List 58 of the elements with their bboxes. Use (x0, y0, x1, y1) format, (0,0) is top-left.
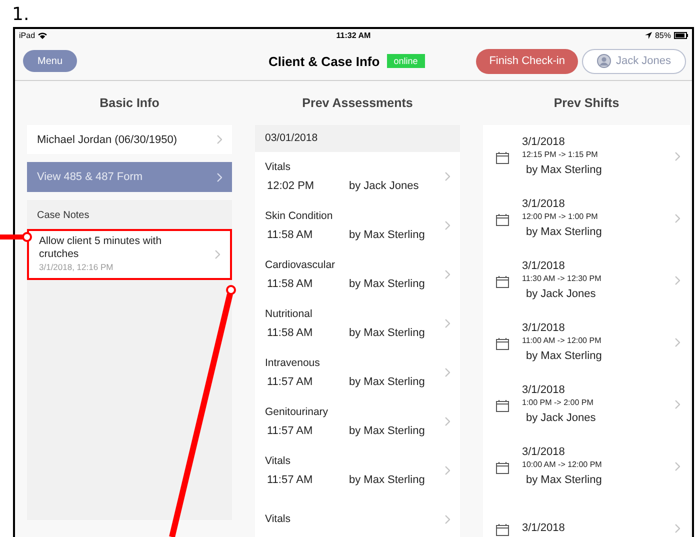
assessment-item[interactable]: Vitals (255, 495, 460, 537)
chevron-icon (675, 338, 680, 346)
shift-item[interactable]: 3/1/2018 12:15 PM -> 1:15 PM by Max Sterling (483, 125, 690, 187)
chevron-icon (445, 221, 450, 230)
shift-item[interactable]: 3/1/2018 10:00 AM -> 12:00 PM by Max Sterling (483, 435, 690, 497)
chevron-icon (445, 417, 450, 426)
finish-check-in-button[interactable]: Finish Check-in (476, 48, 578, 74)
assessment-item[interactable]: Cardiovascular 11:58 AM by Max Sterling (255, 250, 460, 299)
shift-item[interactable]: 3/1/2018 11:00 AM -> 12:00 PM by Max Sterling (483, 311, 690, 373)
device-name: iPad (19, 31, 36, 40)
case-note-item[interactable]: Allow client 5 minutes with crutches 3/1/2018, 12:16 PM (27, 229, 232, 280)
screen-title: Client & Case Info (268, 54, 380, 68)
calendar-icon (496, 462, 509, 474)
chevron-icon (217, 135, 222, 144)
chevron-icon (215, 250, 220, 259)
shift-item[interactable]: 3/1/2018 12:00 PM -> 1:00 PM by Max Sterling (483, 187, 690, 249)
chevron-icon (675, 400, 680, 408)
calendar-icon (496, 400, 509, 412)
chevron-icon (675, 276, 680, 284)
calendar-icon (496, 276, 509, 288)
calendar-icon (496, 524, 509, 536)
chevron-icon (675, 524, 680, 532)
shift-item[interactable]: 3/1/2018 (483, 497, 690, 537)
assessment-item[interactable]: Skin Condition 11:58 AM by Max Sterling (255, 201, 460, 250)
assessment-item[interactable]: Vitals 12:02 PM by Jack Jones (255, 152, 460, 201)
chevron-icon (445, 368, 450, 377)
calendar-icon (496, 214, 509, 226)
chevron-icon (217, 172, 222, 182)
column-heading: Basic Info (98, 95, 160, 112)
assessment-item[interactable]: Genitourinary 11:57 AM by Max Sterling (255, 397, 460, 446)
chevron-icon (675, 214, 680, 222)
client-row[interactable]: Michael Jordan (06/30/1950) (27, 125, 232, 154)
status-badge: online (386, 54, 425, 68)
shift-item[interactable]: 3/1/2018 1:00 PM -> 2:00 PM by Jack Jones (483, 373, 690, 435)
column-heading: Prev Shifts (552, 95, 620, 112)
chevron-icon (445, 270, 450, 279)
battery-percent: 85% (654, 31, 671, 40)
assessment-item[interactable]: Intravenous 11:57 AM by Max Sterling (255, 348, 460, 397)
figure-number: 1. (11, 3, 30, 27)
chevron-icon (675, 462, 680, 470)
chevron-icon (675, 152, 680, 160)
assessment-item[interactable]: Nutritional 11:58 AM by Max Sterling (255, 299, 460, 348)
wifi-icon (38, 32, 48, 39)
location-arrow-icon (644, 32, 652, 39)
chevron-icon (445, 466, 450, 475)
avatar-icon (596, 54, 611, 68)
clock-time: 11:32 AM (336, 31, 371, 40)
calendar-icon (496, 152, 509, 164)
battery-icon (674, 32, 688, 39)
assessment-item[interactable]: Vitals 11:57 AM by Max Sterling (255, 446, 460, 495)
chevron-icon (445, 319, 450, 328)
date-header: 03/01/2018 (255, 125, 460, 152)
chevron-icon (445, 172, 450, 181)
chevron-icon (445, 515, 450, 524)
column-heading: Prev Assessments (301, 95, 414, 112)
shift-item[interactable]: 3/1/2018 11:30 AM -> 12:30 PM by Jack Jones (483, 249, 690, 311)
section-heading: Case Notes (36, 209, 90, 223)
calendar-icon (496, 338, 509, 350)
